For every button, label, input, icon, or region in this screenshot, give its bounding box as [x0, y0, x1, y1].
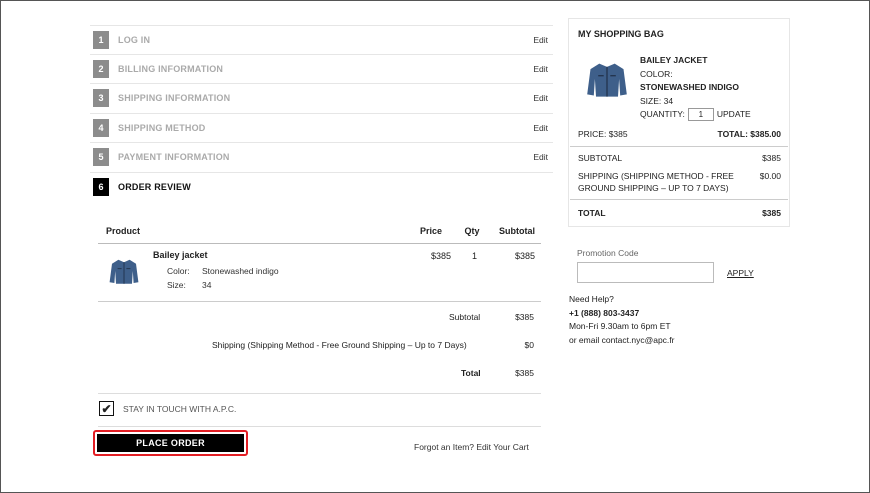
- col-price: Price: [419, 225, 443, 236]
- bag-total-value: $385: [762, 208, 781, 218]
- subtotal-value: $385: [515, 312, 534, 322]
- edit-link[interactable]: Edit: [533, 64, 548, 74]
- step-number: 4: [93, 118, 109, 137]
- bag-subtotal-label: SUBTOTAL: [578, 153, 623, 163]
- bag-shipping-row: SHIPPING (SHIPPING METHOD - FREE GROUND …: [578, 171, 781, 194]
- edit-link[interactable]: Edit: [533, 123, 548, 133]
- stay-in-touch-label: STAY IN TOUCH WITH A.P.C.: [123, 403, 237, 414]
- step-label: PAYMENT INFORMATION: [118, 152, 230, 163]
- item-subtotal: $385: [514, 251, 535, 261]
- help-hours: Mon-Fri 9.30am to 6pm ET: [569, 321, 671, 331]
- color-key: Color:: [167, 266, 190, 276]
- total-value: $385: [515, 368, 534, 378]
- stay-in-touch-checkbox[interactable]: ✔: [99, 401, 114, 416]
- bag-item-total: TOTAL: $385.00: [717, 129, 781, 139]
- bag-shipping-value: $0.00: [759, 171, 781, 181]
- bag-title: MY SHOPPING BAG: [578, 29, 664, 39]
- help-email: or email contact.nyc@apc.fr: [569, 334, 675, 345]
- edit-link[interactable]: Edit: [533, 35, 548, 45]
- checkout-steps: 1 LOG IN Edit 2 BILLING INFORMATION Edit…: [90, 25, 553, 202]
- bag-total-label: TOTAL: [578, 208, 606, 218]
- total-label: Total: [461, 368, 481, 378]
- step-shipping-method[interactable]: 4 SHIPPING METHOD Edit: [90, 114, 553, 143]
- step-billing[interactable]: 2 BILLING INFORMATION Edit: [90, 55, 553, 84]
- quantity-label: QUANTITY:: [640, 109, 685, 119]
- divider: [570, 199, 788, 200]
- bag-shipping-label: SHIPPING (SHIPPING METHOD - FREE GROUND …: [578, 171, 734, 193]
- edit-link[interactable]: Edit: [533, 152, 548, 162]
- step-number: 5: [93, 148, 109, 167]
- quantity-row: QUANTITY: 1 UPDATE: [640, 108, 789, 122]
- step-login[interactable]: 1 LOG IN Edit: [90, 25, 553, 55]
- denim-jacket-icon: [109, 259, 139, 284]
- edit-cart-link[interactable]: Forgot an Item? Edit Your Cart: [414, 442, 529, 452]
- denim-jacket-icon: [587, 63, 627, 97]
- subtotal-label: Subtotal: [449, 312, 481, 322]
- apply-button[interactable]: APPLY: [727, 268, 754, 278]
- edit-link[interactable]: Edit: [533, 93, 548, 103]
- step-number: 3: [93, 89, 109, 108]
- col-qty: Qty: [464, 225, 480, 236]
- col-product: Product: [106, 225, 141, 236]
- step-label: SHIPPING INFORMATION: [118, 93, 231, 104]
- bag-price: PRICE: $385: [578, 129, 628, 139]
- step-label: SHIPPING METHOD: [118, 122, 206, 133]
- divider: [98, 393, 541, 394]
- size-key: Size:: [167, 280, 186, 290]
- table-header: Product Price Qty Subtotal: [98, 218, 541, 244]
- place-order-highlight: PLACE ORDER: [93, 430, 248, 456]
- bag-subtotal-row: SUBTOTAL $385: [578, 153, 781, 163]
- bag-color-value: STONEWASHED INDIGO: [640, 82, 740, 92]
- divider: [98, 426, 541, 427]
- item-price: $385: [431, 251, 452, 261]
- bag-size: SIZE: 34: [640, 95, 674, 106]
- item-color: Color: Stonewashed indigo: [167, 266, 279, 276]
- step-label: ORDER REVIEW: [118, 182, 191, 193]
- divider: [570, 146, 788, 147]
- step-number: 2: [93, 59, 109, 78]
- step-order-review: 6 ORDER REVIEW: [90, 173, 553, 203]
- update-button[interactable]: UPDATE: [717, 108, 751, 122]
- step-label: LOG IN: [118, 34, 151, 45]
- step-shipping-info[interactable]: 3 SHIPPING INFORMATION Edit: [90, 84, 553, 114]
- step-payment[interactable]: 5 PAYMENT INFORMATION Edit: [90, 143, 553, 173]
- bag-total-row: TOTAL $385: [578, 208, 781, 218]
- color-value: Stonewashed indigo: [202, 266, 279, 276]
- help-info: Need Help? +1 (888) 803-3437 Mon-Fri 9.3…: [569, 293, 674, 347]
- promo-code-input[interactable]: [577, 262, 714, 283]
- item-size: Size: 34: [167, 280, 211, 290]
- help-phone: +1 (888) 803-3437: [569, 307, 640, 318]
- order-review-table: Product Price Qty Subtotal Bailey jacket…: [98, 218, 541, 302]
- stay-in-touch: ✔ STAY IN TOUCH WITH A.P.C.: [99, 401, 236, 416]
- place-order-button[interactable]: PLACE ORDER: [97, 434, 244, 452]
- bag-color-label: COLOR:: [640, 68, 673, 79]
- bag-subtotal-value: $385: [762, 153, 781, 163]
- bag-item-name: BAILEY JACKET: [640, 55, 708, 65]
- help-title: Need Help?: [569, 294, 614, 304]
- bag-item-info: BAILEY JACKET COLOR: STONEWASHED INDIGO …: [640, 54, 789, 122]
- checkmark-icon: ✔: [101, 401, 112, 416]
- table-row: Bailey jacket Color: Stonewashed indigo S…: [98, 244, 541, 302]
- item-name: Bailey jacket: [153, 250, 208, 260]
- shipping-value: $0: [524, 340, 534, 350]
- size-value: 34: [202, 280, 212, 290]
- item-qty: 1: [472, 251, 478, 261]
- bag-price-row: PRICE: $385 TOTAL: $385.00: [578, 129, 781, 139]
- col-subtotal: Subtotal: [499, 225, 535, 236]
- promo-label: Promotion Code: [577, 248, 639, 258]
- step-number: 6: [93, 178, 109, 197]
- step-number: 1: [93, 30, 109, 49]
- shopping-bag-panel: MY SHOPPING BAG BAILEY JACKET COLOR: STO…: [568, 18, 790, 227]
- quantity-input[interactable]: 1: [687, 108, 714, 122]
- step-label: BILLING INFORMATION: [118, 63, 224, 74]
- shipping-label: Shipping (Shipping Method - Free Ground …: [212, 340, 467, 350]
